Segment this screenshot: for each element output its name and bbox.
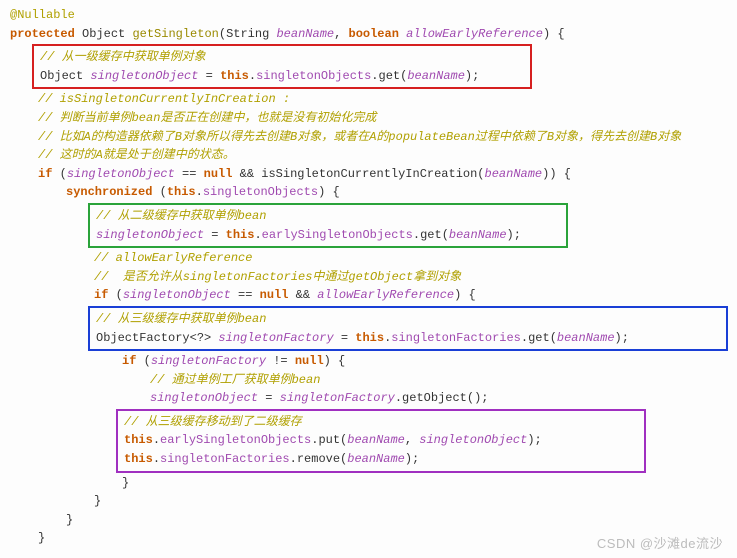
highlight-box-level2: // 从二级缓存中获取单例bean singletonObject = this… <box>88 203 568 248</box>
code-comment: // 从二级缓存中获取单例bean <box>96 207 560 226</box>
highlight-box-level3: // 从三级缓存中获取单例bean ObjectFactory<?> singl… <box>88 306 728 351</box>
code-line: if (singletonObject == null && allowEarl… <box>10 286 727 305</box>
code-line: protected Object getSingleton(String bea… <box>10 25 727 44</box>
code-comment: // 是否允许从singletonFactories中通过getObject拿到… <box>10 268 727 287</box>
code-comment: // 比如A的构造器依赖了B对象所以得先去创建B对象，或者在A的populate… <box>10 128 727 147</box>
code-line: ObjectFactory<?> singletonFactory = this… <box>96 329 720 348</box>
highlight-box-level1: // 从一级缓存中获取单例对象 Object singletonObject =… <box>32 44 532 89</box>
code-line: if (singletonObject == null && isSinglet… <box>10 165 727 184</box>
code-line: @Nullable <box>10 6 727 25</box>
code-comment: // 从三级缓存移动到了二级缓存 <box>124 413 638 432</box>
code-comment: // 从一级缓存中获取单例对象 <box>40 48 524 67</box>
code-line: Object singletonObject = this.singletonO… <box>40 67 524 86</box>
code-comment: // allowEarlyReference <box>10 249 727 268</box>
code-comment: // 从三级缓存中获取单例bean <box>96 310 720 329</box>
code-line: if (singletonFactory != null) { <box>10 352 727 371</box>
code-comment: // isSingletonCurrentlyInCreation : <box>10 90 727 109</box>
highlight-box-move: // 从三级缓存移动到了二级缓存 this.earlySingletonObje… <box>116 409 646 473</box>
code-line: } <box>10 474 727 493</box>
code-line: synchronized (this.singletonObjects) { <box>10 183 727 202</box>
code-line: this.singletonFactories.remove(beanName)… <box>124 450 638 469</box>
code-line: this.earlySingletonObjects.put(beanName,… <box>124 431 638 450</box>
code-line: } <box>10 511 727 530</box>
code-comment: // 判断当前单例bean是否正在创建中，也就是没有初始化完成 <box>10 109 727 128</box>
watermark: CSDN @沙滩de流沙 <box>597 534 723 554</box>
code-line: singletonObject = this.earlySingletonObj… <box>96 226 560 245</box>
code-comment: // 通过单例工厂获取单例bean <box>10 371 727 390</box>
code-line: singletonObject = singletonFactory.getOb… <box>10 389 727 408</box>
code-line: } <box>10 492 727 511</box>
code-comment: // 这时的A就是处于创建中的状态。 <box>10 146 727 165</box>
